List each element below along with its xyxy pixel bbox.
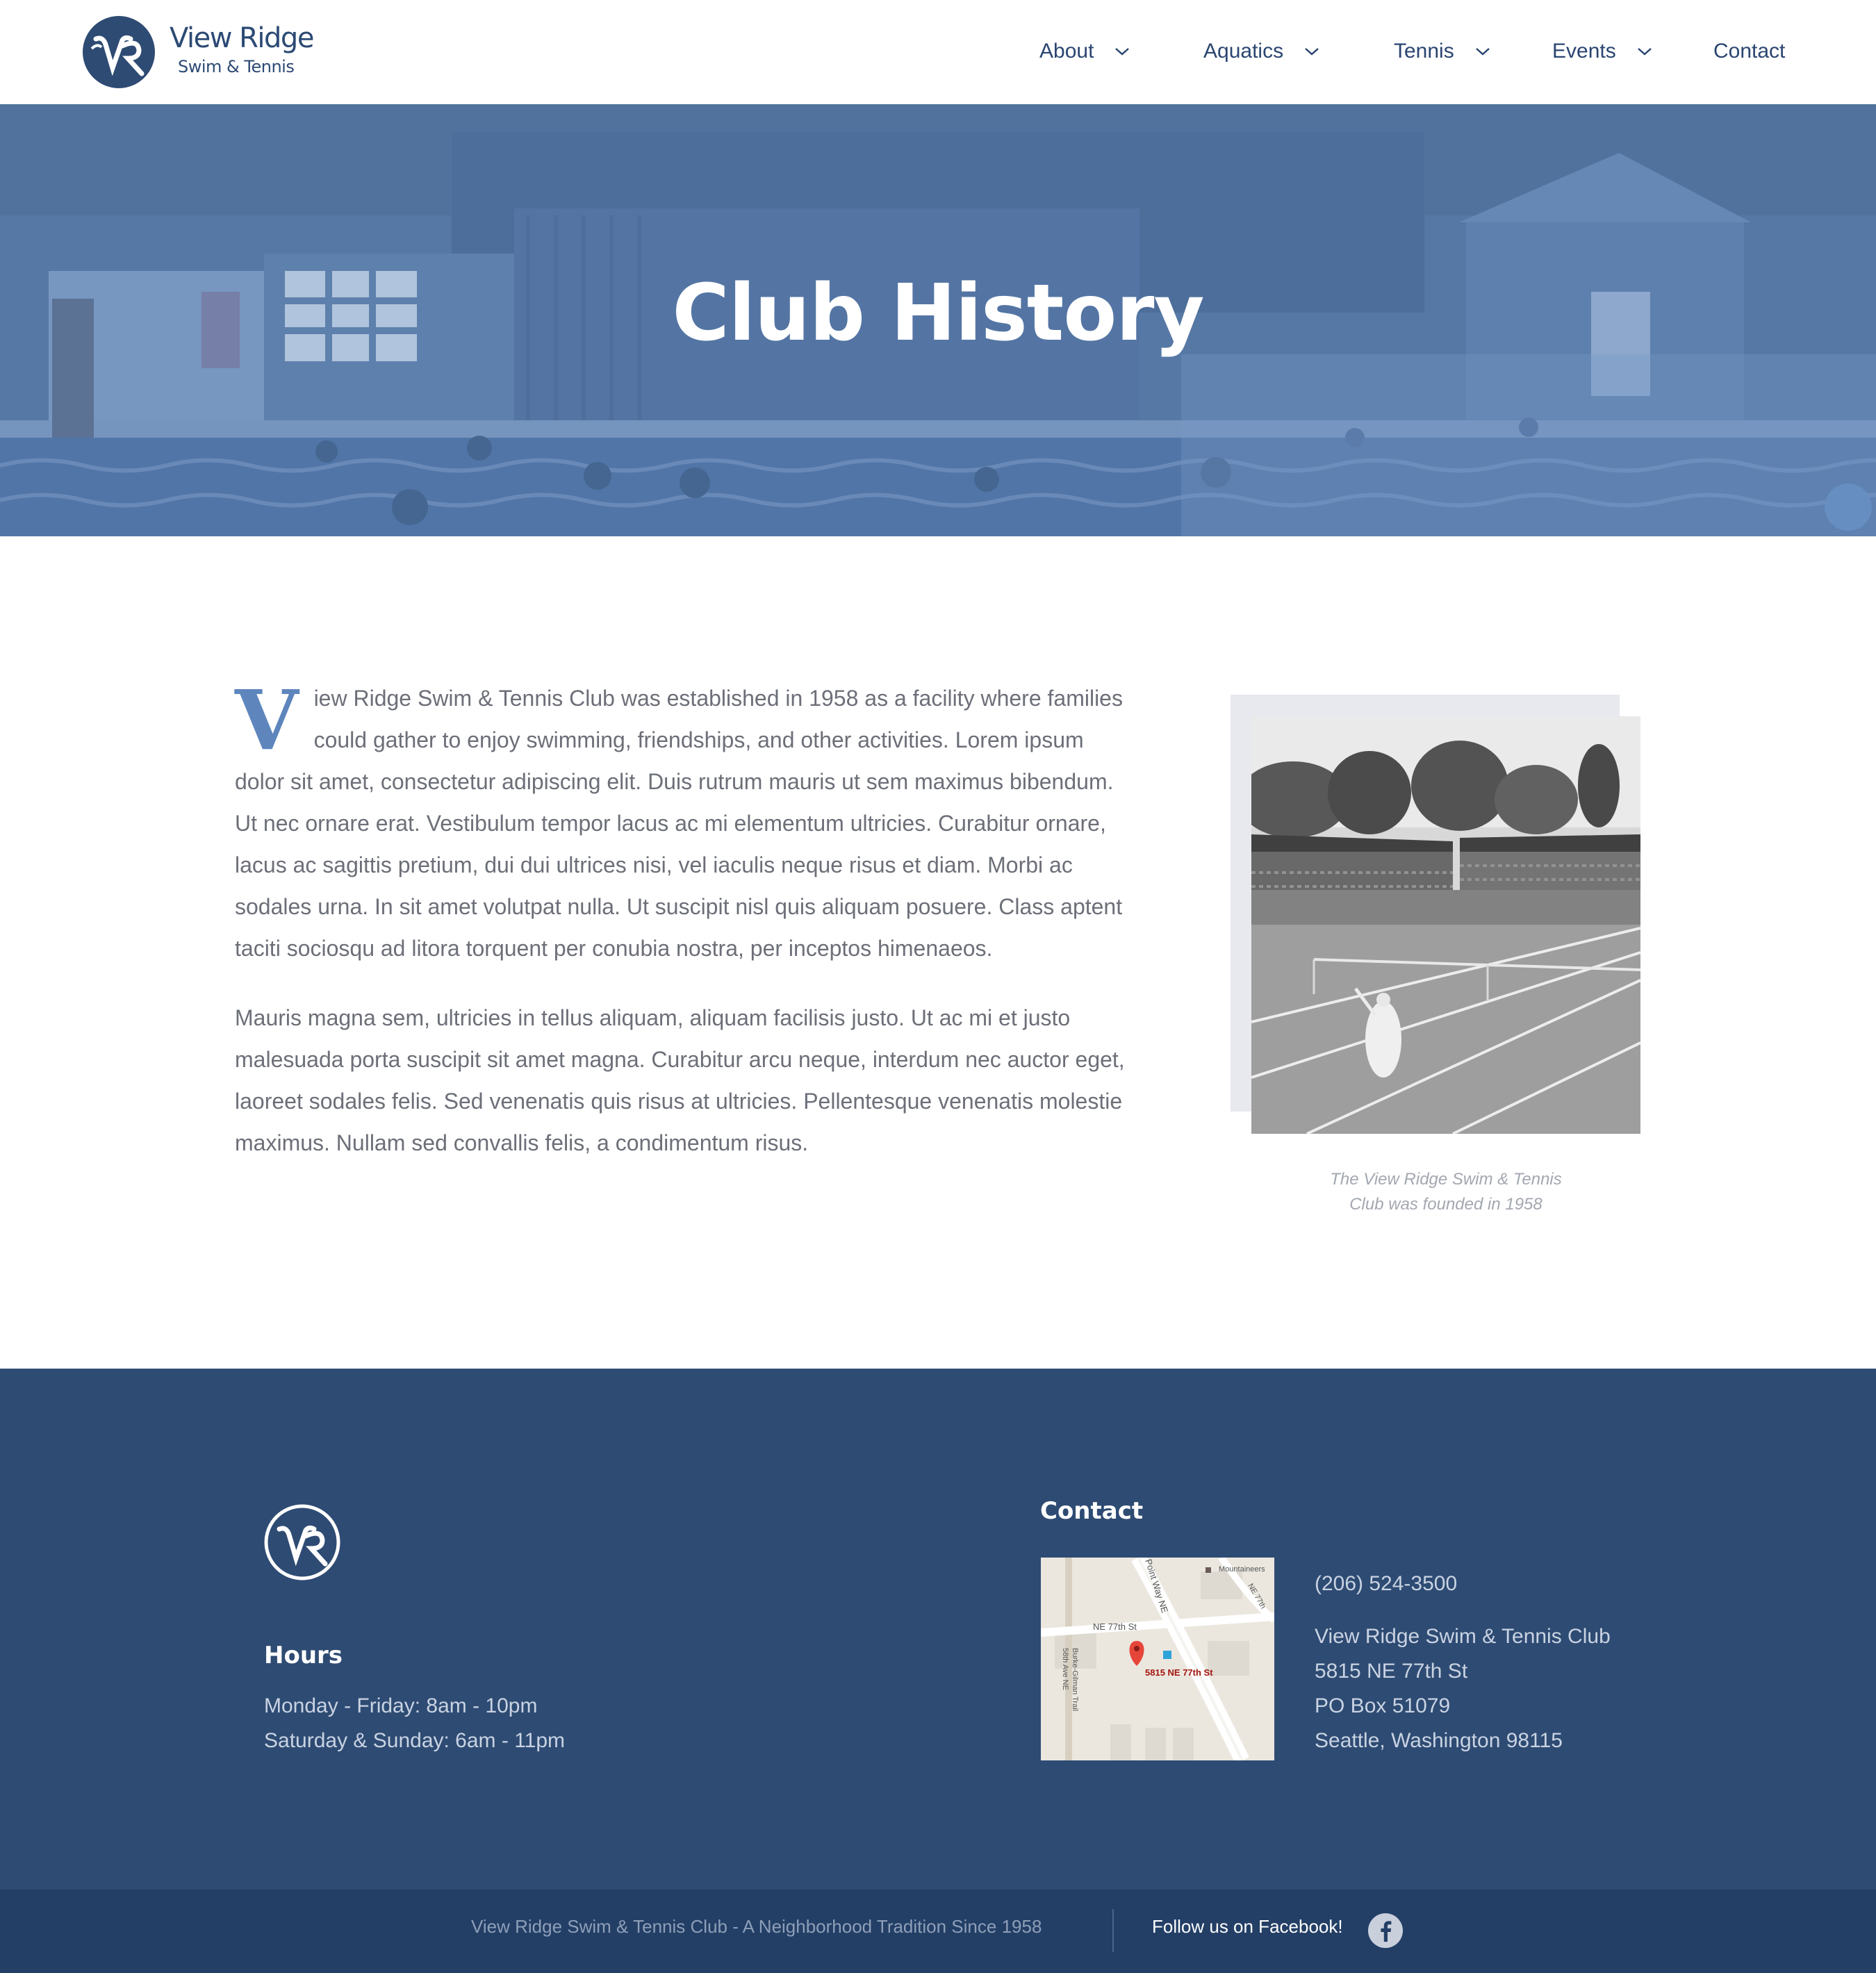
contact-org: View Ridge Swim & Tennis Club: [1315, 1625, 1611, 1648]
brand-tagline: Swim & Tennis: [178, 57, 295, 76]
history-article: View Ridge Swim & Tennis Club was establ…: [235, 677, 1131, 1191]
hours-heading: Hours: [264, 1642, 343, 1669]
vr-logo-icon: [83, 16, 155, 88]
location-map[interactable]: 5815 NE 77th St NE 77th St Point Way NE …: [1041, 1558, 1274, 1760]
facebook-follow-link[interactable]: Follow us on Facebook!: [1152, 1916, 1343, 1938]
page-title: Club History: [672, 268, 1205, 358]
footer-tagline: View Ridge Swim & Tennis Club - A Neighb…: [471, 1916, 1042, 1937]
history-paragraph-1-text: iew Ridge Swim & Tennis Club was establi…: [235, 686, 1123, 961]
drop-cap: V: [235, 672, 299, 768]
map-image: 5815 NE 77th St NE 77th St Point Way NE …: [1041, 1558, 1274, 1760]
map-street-58th: 58th Ave NE: [1061, 1648, 1069, 1690]
historic-tennis-photo: [1251, 716, 1640, 1134]
contact-phone[interactable]: (206) 524-3500: [1315, 1567, 1457, 1601]
footer-bottom-bar: View Ridge Swim & Tennis Club - A Neighb…: [0, 1890, 1876, 1973]
hours-weekend: Saturday & Sunday: 6am - 11pm: [264, 1729, 566, 1752]
history-paragraph-1: View Ridge Swim & Tennis Club was establ…: [235, 677, 1131, 969]
photo-caption-line-1: The View Ridge Swim & Tennis: [1330, 1170, 1562, 1189]
footer-logo-icon[interactable]: [264, 1504, 340, 1580]
site-logo[interactable]: View Ridge Swim & Tennis: [82, 15, 314, 90]
contact-po-box: PO Box 51079: [1315, 1694, 1451, 1717]
nav-item-label: Tennis: [1394, 40, 1454, 63]
site-header: View Ridge Swim & Tennis About Aquatics …: [0, 0, 1876, 104]
chevron-down-icon: [1115, 48, 1130, 56]
chevron-down-icon: [1475, 48, 1490, 56]
photo-caption-line-2: Club was founded in 1958: [1349, 1195, 1542, 1214]
chevron-down-icon: [1637, 48, 1652, 56]
nav-item-events[interactable]: Events: [1552, 35, 1652, 68]
contact-heading: Contact: [1040, 1497, 1144, 1525]
nav-item-label: Events: [1552, 40, 1616, 63]
hours-weekday: Monday - Friday: 8am - 10pm: [264, 1694, 538, 1717]
chevron-down-icon: [1305, 48, 1319, 56]
nav-item-label: Aquatics: [1203, 40, 1284, 63]
history-paragraph-2: Mauris magna sem, ultricies in tellus al…: [235, 1005, 1125, 1155]
contact-street: 5815 NE 77th St: [1315, 1660, 1468, 1683]
nav-item-label: Contact: [1713, 40, 1786, 63]
footer-divider: [1112, 1909, 1114, 1952]
nav-item-tennis[interactable]: Tennis: [1394, 35, 1490, 68]
photo-caption: The View Ridge Swim & Tennis Club was fo…: [1251, 1167, 1640, 1217]
nav-item-about[interactable]: About: [1039, 35, 1130, 68]
map-poi: Mountaineers: [1219, 1565, 1265, 1574]
map-pin-label: 5815 NE 77th St: [1145, 1667, 1213, 1678]
contact-city: Seattle, Washington 98115: [1315, 1729, 1563, 1752]
map-trail: Burke-Gilman Trail: [1071, 1648, 1079, 1711]
brand-name: View Ridge: [170, 22, 314, 54]
map-street-ne77: NE 77th St: [1093, 1621, 1137, 1632]
facebook-icon[interactable]: [1367, 1913, 1404, 1949]
nav-item-aquatics[interactable]: Aquatics: [1203, 35, 1319, 68]
tennis-court-image: [1251, 716, 1640, 1134]
nav-item-label: About: [1039, 40, 1094, 63]
hero-banner: Club History: [0, 104, 1876, 536]
nav-item-contact[interactable]: Contact: [1713, 35, 1785, 68]
